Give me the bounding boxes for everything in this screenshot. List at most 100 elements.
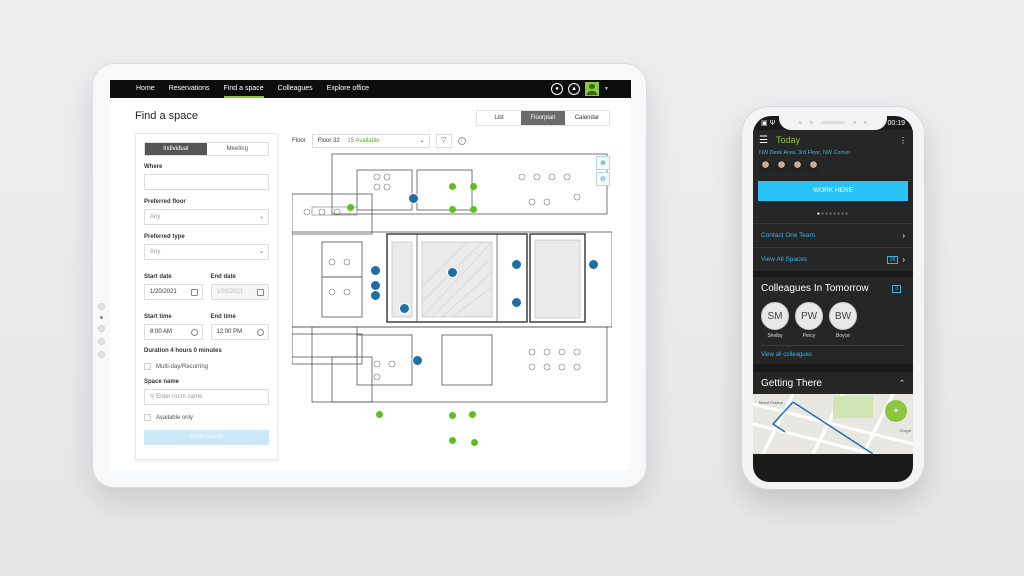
calendar-icon[interactable] — [257, 289, 264, 296]
contact-team-link[interactable]: Contact One Team › — [753, 223, 913, 247]
preferred-type-select[interactable]: Any ⌄ — [144, 244, 269, 260]
space-name-input[interactable]: ⚲ Enter room name — [144, 389, 269, 405]
floor-bar: Floor Floor 32 15 Available ⌄ ▽ i — [292, 134, 466, 148]
colleague-name: Shelby — [767, 333, 783, 339]
clock-icon[interactable] — [190, 329, 198, 336]
nav-find-a-space[interactable]: Find a space — [223, 80, 264, 98]
work-here-button[interactable]: WORK HERE — [758, 181, 908, 201]
more-icon[interactable]: ⋮ — [899, 136, 907, 145]
nav-reservations[interactable]: Reservations — [169, 80, 210, 98]
available-desk-marker[interactable] — [449, 206, 456, 213]
colleague-initials: PW — [795, 302, 823, 330]
segment-meeting[interactable]: Meeting — [207, 143, 269, 155]
bell-icon[interactable]: ▲ — [568, 83, 581, 95]
tab-floorplan[interactable]: Floorplan — [521, 111, 565, 125]
start-time-input[interactable]: 8:00 AM — [144, 324, 203, 340]
nav-home[interactable]: Home — [136, 80, 155, 98]
directions-map[interactable]: Mood Fabrics Chrysl + — [753, 394, 913, 454]
available-desk-marker[interactable] — [449, 412, 456, 419]
floorplan-drawing — [292, 153, 612, 403]
view-all-colleagues-link[interactable]: View all colleagues — [761, 345, 905, 358]
start-date-label: Start date — [144, 274, 172, 280]
start-date-input[interactable]: 1/20/2021 — [144, 284, 203, 300]
checkbox-icon[interactable] — [144, 363, 151, 370]
view-all-spaces-link[interactable]: View All Spaces 28 › — [753, 247, 913, 271]
chevron-down-icon[interactable]: ▼ — [604, 86, 609, 92]
avatar[interactable] — [791, 160, 804, 173]
phone-notch — [779, 116, 887, 130]
user-circle-icon[interactable]: ● — [551, 83, 564, 95]
monitor-icon[interactable] — [412, 355, 423, 366]
where-input[interactable] — [144, 174, 269, 190]
start-time-label: Start time — [144, 314, 172, 320]
chevron-right-icon: › — [902, 255, 905, 264]
person-icon[interactable] — [511, 259, 522, 270]
chevron-down-icon: ⌄ — [258, 249, 264, 255]
available-desk-marker[interactable] — [449, 437, 456, 444]
page-indicator: ●●●●●●●● — [816, 211, 850, 217]
tablet-screen: Home Reservations Find a space Colleague… — [110, 80, 631, 470]
camera-icon[interactable] — [370, 290, 381, 301]
start-time-value: 8:00 AM — [150, 329, 173, 335]
map-label: Mood Fabrics — [759, 400, 784, 405]
info-icon[interactable]: i — [457, 137, 466, 145]
page-title: Find a space — [135, 110, 198, 122]
colleague-item[interactable]: PW Percy — [795, 302, 823, 339]
zoom-out-button[interactable]: ⊖ — [596, 172, 610, 186]
calendar-icon[interactable] — [190, 289, 198, 296]
chevron-up-icon[interactable]: ⌃ — [899, 379, 905, 387]
colleagues-title: Colleagues In Tomorrow — [761, 283, 869, 294]
clock-icon[interactable] — [257, 329, 264, 336]
available-desk-marker[interactable] — [470, 206, 477, 213]
available-desk-marker[interactable] — [471, 439, 478, 446]
exit-icon[interactable] — [447, 267, 458, 278]
available-desk-marker[interactable] — [449, 183, 456, 190]
floor-value: Floor 32 — [317, 138, 340, 144]
person-icon[interactable] — [511, 297, 522, 308]
available-desk-marker[interactable] — [347, 204, 354, 211]
avatar[interactable] — [585, 82, 600, 96]
restroom-icon[interactable] — [399, 303, 410, 314]
segment-individual[interactable]: Individual — [145, 143, 207, 155]
filter-icon[interactable]: ▽ — [435, 134, 452, 148]
end-date-input[interactable]: 1/20/2021 — [210, 284, 269, 300]
colleague-item[interactable]: SM Shelby — [761, 302, 789, 339]
colleague-name: Boyce — [836, 333, 850, 339]
map-label: Chrysl — [899, 428, 911, 433]
available-desk-marker[interactable] — [376, 411, 383, 418]
contact-team-label: Contact One Team — [761, 232, 816, 239]
tab-calendar[interactable]: Calendar — [565, 111, 609, 125]
available-desk-marker[interactable] — [469, 411, 476, 418]
zoom-in-button[interactable]: ⊕ — [596, 156, 610, 170]
door-icon[interactable] — [370, 265, 381, 276]
avatar[interactable] — [759, 160, 772, 173]
preferred-floor-select[interactable]: Any ⌄ — [144, 209, 269, 225]
colleague-initials: SM — [761, 302, 789, 330]
avatar[interactable] — [775, 160, 788, 173]
colleague-item[interactable]: BW Boyce — [829, 302, 857, 339]
available-only-label: Available only — [156, 414, 193, 421]
nav-colleagues[interactable]: Colleagues — [278, 80, 313, 98]
avatar[interactable] — [807, 160, 820, 173]
monitor-icon[interactable] — [408, 193, 419, 204]
multiday-checkbox[interactable]: Multi-day/Recurring — [144, 363, 269, 370]
nav-explore-office[interactable]: Explore office — [327, 80, 369, 98]
show-results-button[interactable]: Show results — [144, 430, 269, 445]
floor-select[interactable]: Floor 32 15 Available ⌄ — [311, 134, 430, 148]
end-time-input[interactable]: 12:00 PM — [210, 324, 269, 340]
space-name-label: Space name — [144, 379, 180, 385]
today-card: NW Desk Area, 3rd Floor, NW Corner WORK … — [753, 150, 913, 271]
preferred-type-value: Any — [150, 249, 161, 255]
checkbox-icon[interactable] — [144, 414, 151, 421]
floorplan-map[interactable]: ⊕ ⊖ — [292, 152, 612, 470]
search-icon: ⚲ — [150, 394, 155, 400]
available-desk-marker[interactable] — [470, 183, 477, 190]
getting-there-title: Getting There — [761, 377, 822, 389]
menu-icon[interactable]: ☰ — [759, 135, 768, 146]
colleagues-card: Colleagues In Tomorrow 3 SM Shelby PW Pe… — [753, 277, 913, 364]
add-button[interactable]: + — [885, 400, 907, 422]
accessible-icon[interactable] — [588, 259, 599, 270]
available-only-checkbox[interactable]: Available only — [144, 414, 269, 421]
getting-there-card: Getting There ⌃ Mood Fabrics Chrysl + — [753, 372, 913, 454]
tab-list[interactable]: List — [477, 111, 521, 125]
